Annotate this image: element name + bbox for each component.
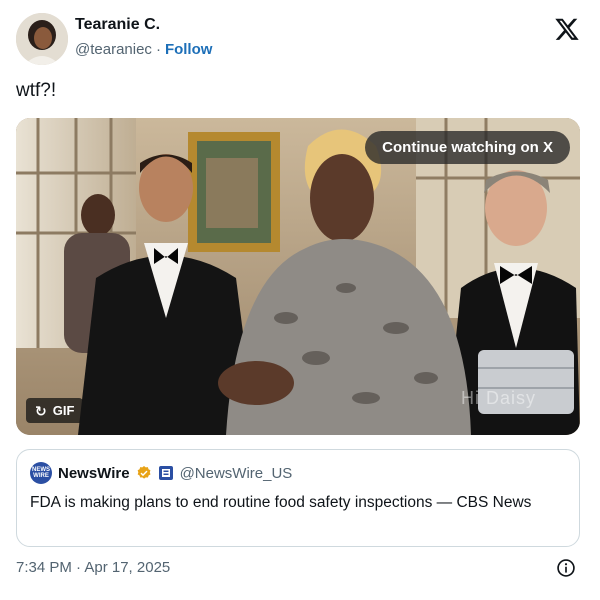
x-logo-icon[interactable] — [554, 16, 580, 42]
tweet-card: Tearanie C. @tearaniec · Follow wtf?! Co… — [0, 0, 600, 600]
tweet-timestamp[interactable]: 7:34 PM · Apr 17, 2025 — [16, 559, 170, 576]
separator-dot: · — [155, 41, 161, 58]
author-name[interactable]: Tearanie C. — [75, 16, 160, 34]
quoted-tweet-text: FDA is making plans to end routine food … — [30, 494, 532, 511]
replay-icon: ↻ — [35, 402, 47, 419]
affiliate-badge-icon — [158, 466, 173, 480]
author-handle[interactable]: @tearaniec — [75, 41, 152, 58]
author-avatar[interactable] — [16, 13, 68, 65]
gif-media[interactable]: Continue watching on X Hi Daisy ↻ GIF — [16, 118, 580, 435]
gif-badge[interactable]: ↻ GIF — [26, 398, 84, 423]
quoted-author-name[interactable]: NewsWire — [58, 465, 130, 482]
quoted-author-handle[interactable]: @NewsWire_US — [180, 465, 293, 482]
follow-link[interactable]: Follow — [165, 41, 213, 58]
tweet-text: wtf?! — [16, 80, 57, 101]
newswire-avatar[interactable]: NEWS WIRE — [30, 462, 52, 484]
verified-badge-icon — [137, 466, 151, 479]
info-icon[interactable] — [556, 558, 576, 578]
continue-watching-button[interactable]: Continue watching on X — [365, 131, 570, 164]
quoted-tweet-header: NEWS WIRE NewsWire @NewsWire_US — [30, 462, 292, 484]
gif-label: GIF — [52, 403, 75, 418]
video-watermark: Hi Daisy — [460, 388, 536, 408]
author-handle-row: @tearaniec · Follow — [75, 41, 212, 58]
quoted-tweet[interactable]: NEWS WIRE NewsWire @NewsWire_US FDA is m… — [16, 449, 580, 547]
